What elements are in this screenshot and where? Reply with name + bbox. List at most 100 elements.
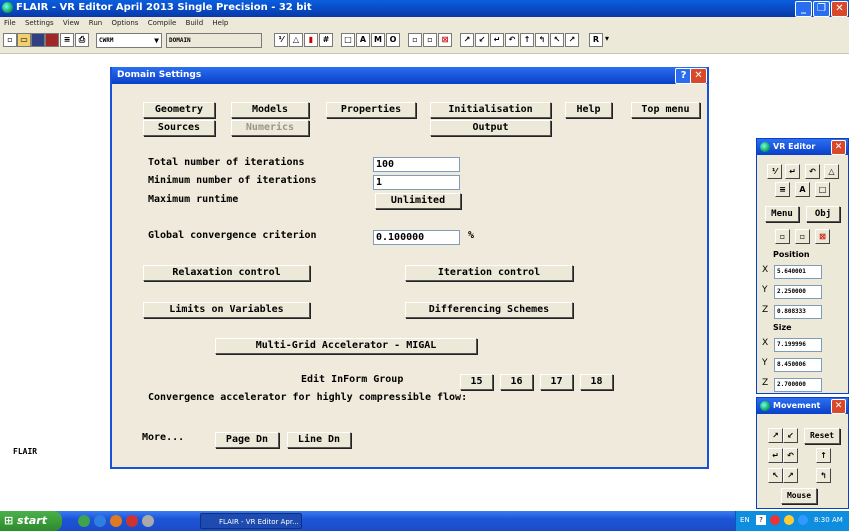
- document-icon[interactable]: ≡: [60, 33, 74, 47]
- arrow-turn-icon[interactable]: ↰: [535, 33, 549, 47]
- menu-help[interactable]: Help: [212, 17, 228, 29]
- print-icon[interactable]: ⎙: [75, 33, 89, 47]
- a-icon[interactable]: A: [795, 182, 810, 197]
- line-down-button[interactable]: Line Dn: [287, 432, 351, 448]
- object-name-field[interactable]: DOMAIN: [166, 33, 262, 48]
- arrow-undo-icon[interactable]: ↶: [783, 448, 798, 463]
- menu-file[interactable]: File: [4, 17, 16, 29]
- tray-icon[interactable]: [770, 515, 780, 525]
- arrow-sw-icon[interactable]: ↙: [475, 33, 489, 47]
- menu-compile[interactable]: Compile: [148, 17, 177, 29]
- close-button[interactable]: ✕: [831, 1, 848, 17]
- rectangle-icon[interactable]: □: [341, 33, 355, 47]
- probe2-icon[interactable]: ▫: [795, 229, 810, 244]
- o-icon[interactable]: O: [386, 33, 400, 47]
- image-icon[interactable]: [45, 33, 59, 47]
- marker-icon[interactable]: ▮: [304, 33, 318, 47]
- m-icon[interactable]: M: [371, 33, 385, 47]
- differencing-schemes-button[interactable]: Differencing Schemes: [405, 302, 573, 318]
- arrow-ne2-icon[interactable]: ↗: [783, 468, 798, 483]
- arrow-sw-icon[interactable]: ↙: [783, 428, 798, 443]
- tab-top-menu[interactable]: Top menu: [631, 102, 700, 118]
- size-z-input[interactable]: 2.700000: [774, 378, 822, 392]
- size-y-input[interactable]: 8.450006: [774, 358, 822, 372]
- tab-output[interactable]: Output: [430, 120, 551, 136]
- menu-options[interactable]: Options: [111, 17, 138, 29]
- save-icon[interactable]: [31, 33, 45, 47]
- lines-icon[interactable]: ≡: [775, 182, 790, 197]
- inform-group-17-button[interactable]: 17: [540, 374, 573, 390]
- quicklaunch-icon[interactable]: [78, 515, 90, 527]
- start-button[interactable]: ⊞ start: [0, 511, 62, 531]
- arrow-ne2-icon[interactable]: ↗: [565, 33, 579, 47]
- app-icon[interactable]: [126, 515, 138, 527]
- taskbar-app-flair[interactable]: FLAIR - VR Editor Apr...: [200, 513, 302, 529]
- open-folder-icon[interactable]: ▭: [17, 33, 31, 47]
- arrow-up-icon[interactable]: ↑: [816, 448, 831, 463]
- arrow-return-icon[interactable]: ↵: [490, 33, 504, 47]
- r-button[interactable]: R: [589, 33, 603, 47]
- vr-editor-close-button[interactable]: ✕: [831, 140, 846, 155]
- probe-icon[interactable]: ▫: [775, 229, 790, 244]
- view-toggle-icon[interactable]: ⅟: [767, 164, 782, 179]
- position-y-input[interactable]: 2.250000: [774, 285, 822, 299]
- firefox-icon[interactable]: [110, 515, 122, 527]
- tab-geometry[interactable]: Geometry: [143, 102, 215, 118]
- total-iterations-input[interactable]: 100: [373, 157, 460, 172]
- model-select[interactable]: CWRM ▼: [96, 33, 162, 48]
- relaxation-control-button[interactable]: Relaxation control: [143, 265, 310, 281]
- arrow-turn-icon[interactable]: ↰: [816, 468, 831, 483]
- maximize-button[interactable]: ❐: [813, 1, 830, 17]
- position-z-input[interactable]: 0.808333: [774, 305, 822, 319]
- min-iterations-input[interactable]: 1: [373, 175, 460, 190]
- size-x-input[interactable]: 7.199996: [774, 338, 822, 352]
- reset-button[interactable]: Reset: [804, 428, 840, 444]
- menu-button[interactable]: Menu: [765, 206, 799, 222]
- stop-icon[interactable]: ⊠: [438, 33, 452, 47]
- ie-icon[interactable]: [94, 515, 106, 527]
- rectangle-icon[interactable]: □: [815, 182, 830, 197]
- menu-view[interactable]: View: [63, 17, 80, 29]
- triangle-icon[interactable]: △: [824, 164, 839, 179]
- migal-button[interactable]: Multi-Grid Accelerator - MIGAL: [215, 338, 477, 354]
- mouse-button[interactable]: Mouse: [781, 488, 817, 504]
- arrow-undo-icon[interactable]: ↶: [505, 33, 519, 47]
- max-runtime-button[interactable]: Unlimited: [375, 193, 461, 209]
- inform-group-18-button[interactable]: 18: [580, 374, 613, 390]
- iteration-control-button[interactable]: Iteration control: [405, 265, 573, 281]
- app2-icon[interactable]: [142, 515, 154, 527]
- grid-icon[interactable]: #: [319, 33, 333, 47]
- probe2-icon[interactable]: ▫: [423, 33, 437, 47]
- obj-button[interactable]: Obj: [806, 206, 840, 222]
- arrow-nw-icon[interactable]: ↖: [550, 33, 564, 47]
- arrow-nw-icon[interactable]: ↖: [768, 468, 783, 483]
- chevron-down-icon[interactable]: ▾: [603, 33, 611, 45]
- a-icon[interactable]: A: [356, 33, 370, 47]
- view-toggle-icon[interactable]: ⅟: [274, 33, 288, 47]
- tab-help[interactable]: Help: [565, 102, 612, 118]
- arrow-undo-icon[interactable]: ↶: [805, 164, 820, 179]
- probe-icon[interactable]: ▫: [408, 33, 422, 47]
- inform-group-15-button[interactable]: 15: [460, 374, 493, 390]
- arrow-return-icon[interactable]: ↵: [768, 448, 783, 463]
- movement-close-button[interactable]: ✕: [831, 399, 846, 414]
- tab-properties[interactable]: Properties: [326, 102, 416, 118]
- tab-sources[interactable]: Sources: [143, 120, 215, 136]
- dialog-close-button[interactable]: ✕: [690, 68, 707, 84]
- menu-settings[interactable]: Settings: [25, 17, 54, 29]
- arrow-return-icon[interactable]: ↵: [785, 164, 800, 179]
- new-file-icon[interactable]: ▫: [3, 33, 17, 47]
- arrow-ne-icon[interactable]: ↗: [768, 428, 783, 443]
- language-indicator[interactable]: EN: [740, 516, 750, 524]
- minimize-button[interactable]: _: [795, 1, 812, 17]
- global-convergence-input[interactable]: 0.100000: [373, 230, 460, 245]
- stop-icon[interactable]: ⊠: [815, 229, 830, 244]
- limits-on-variables-button[interactable]: Limits on Variables: [143, 302, 310, 318]
- tray3-icon[interactable]: [798, 515, 808, 525]
- arrow-up-icon[interactable]: ↑: [520, 33, 534, 47]
- tab-models[interactable]: Models: [231, 102, 309, 118]
- tray2-icon[interactable]: [784, 515, 794, 525]
- tab-numerics[interactable]: Numerics: [231, 120, 309, 136]
- inform-group-16-button[interactable]: 16: [500, 374, 533, 390]
- tab-initialisation[interactable]: Initialisation: [430, 102, 551, 118]
